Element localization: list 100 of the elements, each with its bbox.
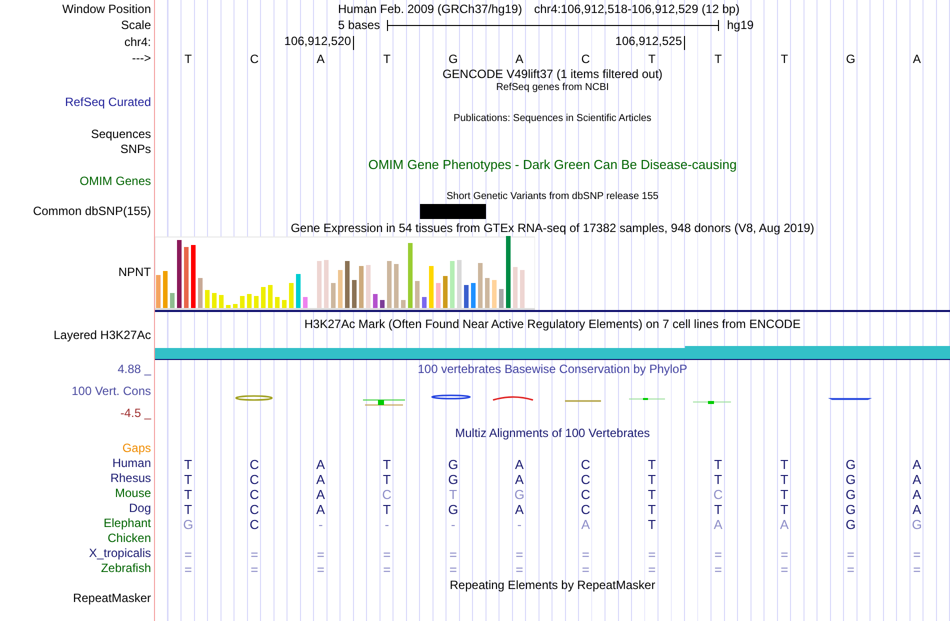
track-label: Scale — [120, 17, 151, 34]
base-letter: = — [582, 547, 590, 562]
base-letter: T — [714, 502, 722, 517]
track-title: GENCODE V49lift37 (1 items filtered out) — [442, 66, 663, 82]
position-text: chr4:106,912,518-106,912,529 (12 bp) — [534, 0, 740, 18]
track-label: Common dbSNP(155) — [32, 203, 151, 220]
base-letter: A — [912, 472, 922, 487]
base-letter: T — [382, 457, 391, 472]
base-letter: A — [912, 457, 922, 472]
base-letter: T — [648, 487, 656, 502]
species-label: Zebrafish — [100, 560, 151, 576]
coordinate-label: 106,912,520 — [284, 33, 352, 50]
base-letter: = — [714, 547, 722, 562]
base-letter: T — [780, 472, 788, 487]
base-letter: C — [580, 487, 590, 502]
base-letter: C — [250, 502, 260, 517]
track-label: Layered H3K27Ac — [54, 326, 151, 344]
base-letter: A — [515, 457, 524, 472]
base-letter: A — [316, 487, 325, 502]
base-letter: = — [648, 562, 656, 577]
base-letter: = — [316, 562, 324, 577]
base-letter: T — [449, 487, 458, 502]
base-letter: - — [517, 517, 522, 532]
base-letter: C — [250, 517, 260, 532]
base-letter: T — [382, 472, 391, 487]
species-label: Dog — [128, 500, 151, 516]
base-letter: T — [648, 457, 656, 472]
base-letter: T — [382, 502, 391, 517]
base-letter: G — [448, 52, 458, 66]
track-title: Gene Expression in 54 tissues from GTEx RNA-seq of 17382 samples, 948 donors (V8, Aug 2019) — [290, 220, 814, 237]
base-letter: A — [316, 457, 325, 472]
base-letter: G — [846, 457, 856, 472]
base-letter: = — [184, 547, 192, 562]
base-letter: T — [184, 472, 192, 487]
strand-label: ---> — [132, 50, 151, 67]
base-letter: = — [846, 562, 854, 577]
species-label: Chicken — [108, 530, 151, 546]
base-letter: C — [713, 487, 723, 502]
track-label: Gaps — [122, 440, 151, 456]
base-letter: G — [846, 517, 856, 532]
base-letter: C — [250, 457, 260, 472]
base-letter: = — [780, 547, 788, 562]
base-letter: A — [515, 52, 524, 66]
base-letter: T — [648, 502, 656, 517]
base-letter: A — [714, 517, 722, 532]
track-title: Multiz Alignments of 100 Vertebrates — [455, 425, 650, 442]
track-label: Window Position — [62, 0, 151, 18]
species-label: Elephant — [104, 514, 151, 532]
base-letter: T — [714, 52, 722, 66]
base-letter: T — [780, 487, 788, 502]
base-letter: C — [580, 502, 590, 517]
base-letter: T — [780, 457, 788, 472]
base-letter: G — [183, 517, 194, 532]
species-label: X_tropicalis — [88, 544, 151, 562]
base-letter: A — [780, 517, 789, 532]
track-label: OMIM Genes — [80, 172, 151, 190]
base-letter: = — [316, 547, 324, 562]
track-label: RefSeq Curated — [64, 94, 151, 111]
base-letter: G — [912, 517, 922, 532]
base-letter: A — [515, 502, 524, 517]
base-letter: T — [714, 457, 722, 472]
base-letter: G — [846, 472, 856, 487]
base-letter: = — [383, 562, 391, 577]
species-label: Rhesus — [110, 470, 151, 486]
base-letter: = — [250, 562, 258, 577]
base-letter: T — [184, 502, 192, 517]
scale-text: 5 bases — [338, 17, 382, 34]
base-letter: = — [846, 547, 854, 562]
base-letter: = — [516, 547, 524, 562]
base-letter: G — [448, 502, 458, 517]
base-letter: = — [250, 547, 258, 562]
base-letter: T — [780, 52, 788, 66]
species-label: Mouse — [114, 484, 151, 502]
axis-min-label: -4.5 _ — [120, 405, 151, 422]
base-letter: A — [316, 502, 325, 517]
base-letter: T — [184, 457, 192, 472]
track-label: chr4: — [124, 34, 151, 50]
base-letter: A — [316, 472, 325, 487]
base-letter: G — [514, 487, 524, 502]
base-letter: = — [449, 562, 457, 577]
base-letter: G — [846, 52, 856, 66]
base-letter: C — [250, 472, 260, 487]
base-letter: G — [846, 487, 856, 502]
base-letter: T — [184, 487, 192, 502]
base-letter: A — [515, 472, 524, 487]
base-letter: A — [912, 52, 921, 66]
base-letter: T — [780, 502, 788, 517]
track-label: 100 Vert. Cons — [72, 383, 151, 400]
base-letter: C — [382, 487, 392, 502]
base-letter: C — [581, 52, 590, 66]
base-letter: C — [580, 472, 590, 487]
base-letter: C — [250, 52, 259, 66]
base-letter: A — [912, 502, 922, 517]
base-letter: = — [913, 547, 921, 562]
base-letter: = — [449, 547, 457, 562]
track-label: Sequences — [90, 126, 151, 142]
base-letter: A — [581, 517, 590, 532]
base-letter: T — [648, 52, 656, 66]
base-letter: A — [912, 487, 922, 502]
base-letter: T — [383, 52, 391, 66]
